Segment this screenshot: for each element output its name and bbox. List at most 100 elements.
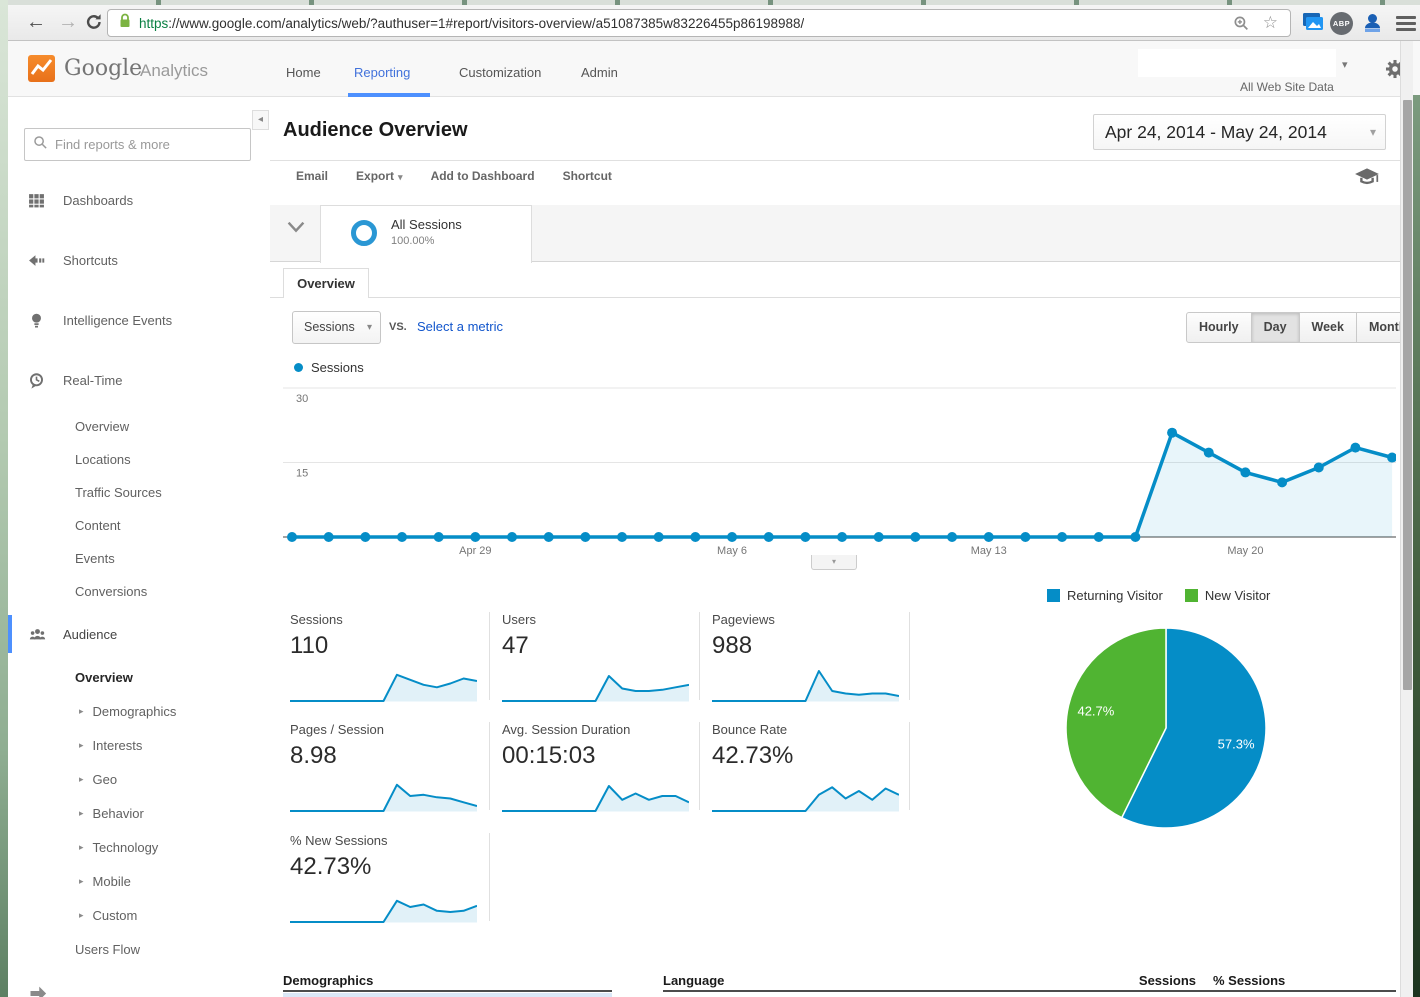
card-pages-session: Pages / Session8.98 [290, 722, 485, 819]
sidebar-item-dashboards[interactable]: Dashboards [8, 170, 270, 230]
browser-menu-icon[interactable] [1396, 16, 1416, 34]
card-label: Users [502, 612, 697, 627]
nav-reporting[interactable]: Reporting [354, 65, 410, 80]
card-label: Pageviews [712, 612, 907, 627]
action-bar: Email Export ▾ Add to Dashboard Shortcut [296, 169, 612, 183]
demographics-underline [283, 990, 612, 992]
card-column-divider [909, 722, 910, 810]
dropdown-caret-icon: ▾ [367, 312, 372, 343]
sidebar-item-overview[interactable]: Overview [8, 410, 270, 443]
sidebar-item-label: Dashboards [63, 193, 133, 208]
account-selector-redacted[interactable] [1138, 49, 1336, 77]
visitor-pie-chart[interactable]: 57.3%42.7% [1061, 623, 1271, 833]
date-range-selector[interactable]: Apr 24, 2014 - May 24, 2014 ▾ [1093, 114, 1386, 150]
svg-text:May 20: May 20 [1227, 545, 1263, 557]
sidebar-item-mobile[interactable]: ▸Mobile [8, 864, 270, 898]
sidebar-item-real-time[interactable]: Real-Time [8, 350, 270, 410]
metric-dropdown-value: Sessions [304, 320, 355, 334]
sidebar-item-interests[interactable]: ▸Interests [8, 728, 270, 762]
sidebar-item-conversions[interactable]: Conversions [8, 575, 270, 608]
granularity-week[interactable]: Week [1300, 312, 1357, 343]
segment-chevron-icon[interactable] [286, 219, 312, 245]
expand-arrow-icon: ▸ [79, 740, 84, 751]
action-add-to-dashboard[interactable]: Add to Dashboard [431, 169, 535, 183]
card-label: Bounce Rate [712, 722, 907, 737]
bookmark-star-icon[interactable]: ☆ [1263, 13, 1278, 33]
new-visitor-swatch-icon [1185, 589, 1198, 602]
sidebar-item-custom[interactable]: ▸ Custom [8, 898, 270, 932]
account-caret-icon[interactable]: ▾ [1342, 58, 1348, 71]
action-label: Export [356, 169, 394, 183]
action-export[interactable]: Export ▾ [356, 169, 403, 183]
ga-logo-icon[interactable] [28, 55, 55, 82]
forward-icon[interactable]: → [54, 8, 82, 36]
acquisition-icon-partial [28, 981, 48, 997]
audience-icon [28, 626, 45, 643]
granularity-day[interactable]: Day [1252, 312, 1300, 343]
tab-overview[interactable]: Overview [283, 268, 369, 298]
granularity-group: HourlyDayWeekMonth [1186, 312, 1419, 343]
action-shortcut[interactable]: Shortcut [563, 169, 612, 183]
segment-all-sessions[interactable]: All Sessions 100.00% [320, 205, 532, 263]
sidebar-item-events[interactable]: Events [8, 542, 270, 575]
sidebar-search-input[interactable]: Find reports & more [24, 128, 251, 161]
timeline-expander[interactable]: ▾ [811, 555, 857, 570]
sidebar-item-technology[interactable]: ▸Technology [8, 830, 270, 864]
back-icon[interactable]: ← [22, 8, 50, 36]
card-sparkline [290, 666, 477, 704]
card-value: 110 [290, 632, 485, 660]
select-metric-link[interactable]: Select a metric [417, 319, 503, 334]
expand-arrow-icon: ▸ [79, 910, 84, 921]
zoom-page-icon[interactable] [1233, 15, 1250, 37]
returning-visitor-swatch-icon [1047, 589, 1060, 602]
expand-arrow-icon: ▸ [79, 774, 84, 785]
action-email[interactable]: Email [296, 169, 328, 183]
sidebar-item-label: Custom [93, 908, 138, 923]
segment-name: All Sessions [391, 217, 462, 232]
sidebar-item-content[interactable]: Content [8, 509, 270, 542]
export-caret-icon: ▾ [398, 172, 403, 182]
sidebar-item-shortcuts[interactable]: Shortcuts [8, 230, 270, 290]
dashboards-icon [28, 192, 45, 209]
scrollbar-thumb[interactable] [1403, 100, 1412, 690]
sidebar-item-geo[interactable]: ▸Geo [8, 762, 270, 796]
avatar-extension-icon[interactable] [1361, 11, 1385, 35]
sidebar-item-label: Mobile [93, 874, 131, 889]
action-label: Add to Dashboard [431, 169, 535, 183]
sidebar-item-intelligence-events[interactable]: Intelligence Events [8, 290, 270, 350]
images-extension-icon[interactable] [1300, 11, 1324, 35]
sidebar-item-users-flow[interactable]: Users Flow [8, 932, 270, 966]
sessions-line-chart[interactable]: 3015Apr 29May 6May 13May 20 [283, 386, 1396, 561]
card-label: Avg. Session Duration [502, 722, 697, 737]
metric-dropdown[interactable]: Sessions ▾ [292, 311, 381, 344]
sidebar-item-label: Overview [75, 419, 129, 434]
url-bar[interactable]: https://www.google.com/analytics/web/?au… [107, 9, 1291, 37]
sessions-column-header: Sessions [1133, 973, 1196, 988]
sidebar-item-traffic-sources[interactable]: Traffic Sources [8, 476, 270, 509]
sidebar-item-label: Locations [75, 452, 131, 467]
card-column-divider [909, 612, 910, 700]
card-sparkline [290, 776, 477, 814]
sidebar-item-behavior[interactable]: ▸Behavior [8, 796, 270, 830]
sidebar-item-demographics[interactable]: ▸Demographics [8, 694, 270, 728]
demographics-selected-row[interactable] [283, 993, 612, 997]
sidebar-collapse-icon[interactable]: ◂ [252, 110, 269, 130]
brand-analytics: Analytics [140, 61, 208, 81]
nav-home[interactable]: Home [286, 65, 321, 80]
adblock-plus-icon[interactable]: ABP [1330, 12, 1354, 36]
abp-badge: ABP [1330, 12, 1353, 35]
sidebar-item-overview[interactable]: Overview [8, 660, 270, 694]
card-users: Users47 [502, 612, 697, 709]
refresh-icon[interactable] [80, 8, 108, 36]
card-column-divider [699, 722, 700, 810]
sidebar-item-label: Events [75, 551, 115, 566]
granularity-hourly[interactable]: Hourly [1186, 312, 1252, 343]
page-scrollbar[interactable] [1400, 41, 1413, 997]
sidebar-item-audience[interactable]: Audience [8, 608, 270, 660]
nav-admin[interactable]: Admin [581, 65, 618, 80]
sidebar-item-label: Users Flow [75, 942, 140, 957]
card-value: 42.73% [712, 742, 907, 770]
education-cap-icon[interactable] [1354, 166, 1380, 186]
sidebar-item-locations[interactable]: Locations [8, 443, 270, 476]
nav-customization[interactable]: Customization [459, 65, 541, 80]
